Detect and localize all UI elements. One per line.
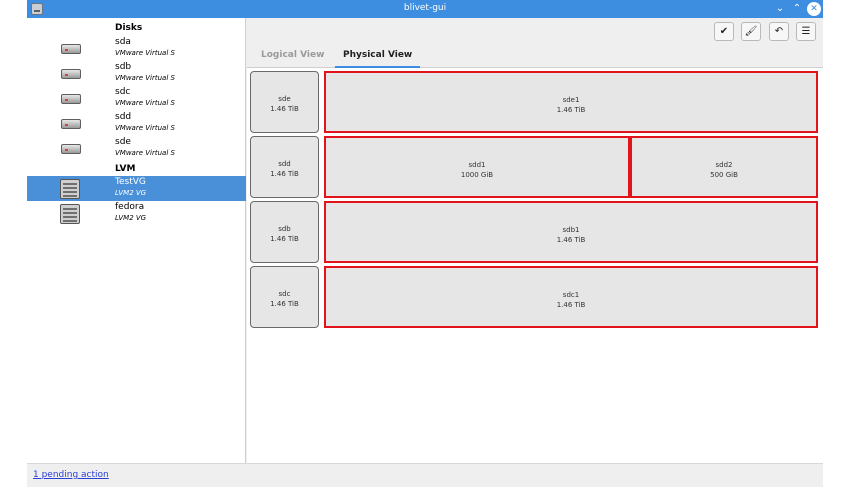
hard-disk-icon bbox=[61, 117, 81, 130]
partition-name: sdd2 bbox=[715, 161, 733, 169]
hard-disk-icon bbox=[61, 142, 81, 155]
disk-name: sdb bbox=[278, 225, 291, 233]
device-name: sde bbox=[115, 137, 131, 147]
toolbar: ✔ 🖌 ↶ ☰ bbox=[247, 18, 823, 44]
device-description: VMware Virtual S bbox=[115, 74, 175, 82]
title-bar: blivet-gui ⌄ ⌃ ✕ bbox=[27, 0, 823, 18]
device-description: LVM2 VG bbox=[115, 214, 147, 222]
device-sidebar: Disks sda VMware Virtual S sdb VMware Vi… bbox=[27, 18, 246, 463]
device-name: sda bbox=[115, 37, 131, 47]
partition-block[interactable]: sdc1 1.46 TiB bbox=[324, 266, 818, 328]
lvm-header: LVM bbox=[115, 164, 136, 174]
partition-name: sde1 bbox=[562, 96, 580, 104]
disk-row-sde: sde 1.46 TiB sde1 1.46 TiB bbox=[250, 71, 820, 133]
disk-size: 1.46 TiB bbox=[270, 235, 299, 243]
device-name: sdd bbox=[115, 112, 132, 122]
partition-block[interactable]: sdd2 500 GiB bbox=[630, 136, 818, 198]
hard-disk-icon bbox=[61, 67, 81, 80]
device-name: sdc bbox=[115, 87, 131, 97]
hard-disk-icon bbox=[61, 92, 81, 105]
sidebar-item-testvg[interactable]: TestVG LVM2 VG bbox=[27, 176, 246, 201]
device-name: sdb bbox=[115, 62, 132, 72]
clear-button[interactable]: 🖌 bbox=[741, 22, 761, 41]
device-description: VMware Virtual S bbox=[115, 124, 175, 132]
disk-row-sdc: sdc 1.46 TiB sdc1 1.46 TiB bbox=[250, 266, 820, 328]
tab-logical-view[interactable]: Logical View bbox=[253, 44, 332, 68]
sidebar-item-sde[interactable]: sde VMware Virtual S bbox=[27, 136, 246, 161]
partition-block[interactable]: sde1 1.46 TiB bbox=[324, 71, 818, 133]
close-icon[interactable]: ✕ bbox=[807, 2, 821, 16]
device-description: LVM2 VG bbox=[115, 189, 147, 197]
main-panel: ✔ 🖌 ↶ ☰ Logical View Physical View sde 1.… bbox=[247, 18, 823, 463]
disk-block[interactable]: sdb 1.46 TiB bbox=[250, 201, 319, 263]
partition-size: 1.46 TiB bbox=[556, 301, 586, 309]
partition-size: 1.46 TiB bbox=[556, 106, 586, 114]
pending-actions-link[interactable]: 1 pending action bbox=[33, 470, 109, 480]
disk-size: 1.46 TiB bbox=[270, 105, 299, 113]
disk-size: 1.46 TiB bbox=[270, 300, 299, 308]
disk-name: sdc bbox=[278, 290, 291, 298]
tab-physical-view[interactable]: Physical View bbox=[335, 44, 421, 68]
device-name: fedora bbox=[115, 202, 145, 212]
view-tabs: Logical View Physical View bbox=[247, 44, 823, 68]
device-description: VMware Virtual S bbox=[115, 149, 175, 157]
device-description: VMware Virtual S bbox=[115, 99, 175, 107]
partition-size: 1.46 TiB bbox=[556, 236, 586, 244]
maximize-icon[interactable]: ⌃ bbox=[790, 2, 804, 16]
device-description: VMware Virtual S bbox=[115, 49, 175, 57]
partition-block[interactable]: sdb1 1.46 TiB bbox=[324, 201, 818, 263]
partition-block[interactable]: sdd1 1000 GiB bbox=[324, 136, 630, 198]
disk-size: 1.46 TiB bbox=[270, 170, 299, 178]
hard-disk-icon bbox=[61, 42, 81, 55]
sidebar-item-sdd[interactable]: sdd VMware Virtual S bbox=[27, 111, 246, 136]
window-title: blivet-gui bbox=[403, 3, 447, 13]
partition-name: sdd1 bbox=[468, 161, 486, 169]
disk-name: sdd bbox=[278, 160, 291, 168]
minimize-icon[interactable]: ⌄ bbox=[773, 2, 787, 16]
sidebar-item-sdc[interactable]: sdc VMware Virtual S bbox=[27, 86, 246, 111]
sidebar-item-sdb[interactable]: sdb VMware Virtual S bbox=[27, 61, 246, 86]
disks-header: Disks bbox=[115, 23, 143, 33]
partition-size: 500 GiB bbox=[710, 171, 738, 179]
partition-size: 1000 GiB bbox=[460, 171, 494, 179]
undo-icon: ↶ bbox=[774, 26, 784, 37]
apply-button[interactable]: ✔ bbox=[714, 22, 734, 41]
disk-name: sde bbox=[278, 95, 291, 103]
sidebar-item-sda[interactable]: sda VMware Virtual S bbox=[27, 36, 246, 61]
menu-button[interactable]: ☰ bbox=[796, 22, 816, 41]
app-window: blivet-gui ⌄ ⌃ ✕ Disks sda VMware Virtua… bbox=[27, 0, 823, 487]
partition-name: sdb1 bbox=[562, 226, 580, 234]
undo-button[interactable]: ↶ bbox=[769, 22, 789, 41]
status-bar: 1 pending action bbox=[27, 463, 823, 487]
checkmark-icon: ✔ bbox=[719, 26, 729, 37]
broom-icon: 🖌 bbox=[744, 26, 758, 37]
device-name: TestVG bbox=[115, 177, 146, 187]
partition-name: sdc1 bbox=[562, 291, 580, 299]
volume-group-icon bbox=[60, 204, 80, 224]
disk-row-sdb: sdb 1.46 TiB sdb1 1.46 TiB bbox=[250, 201, 820, 263]
disk-block[interactable]: sdc 1.46 TiB bbox=[250, 266, 319, 328]
disk-block[interactable]: sde 1.46 TiB bbox=[250, 71, 319, 133]
volume-group-icon bbox=[60, 179, 80, 199]
disk-block[interactable]: sdd 1.46 TiB bbox=[250, 136, 319, 198]
hamburger-menu-icon: ☰ bbox=[801, 26, 811, 37]
disk-row-sdd: sdd 1.46 TiB sdd1 1000 GiB sdd2 500 GiB bbox=[250, 136, 820, 198]
sidebar-item-fedora[interactable]: fedora LVM2 VG bbox=[27, 201, 246, 226]
